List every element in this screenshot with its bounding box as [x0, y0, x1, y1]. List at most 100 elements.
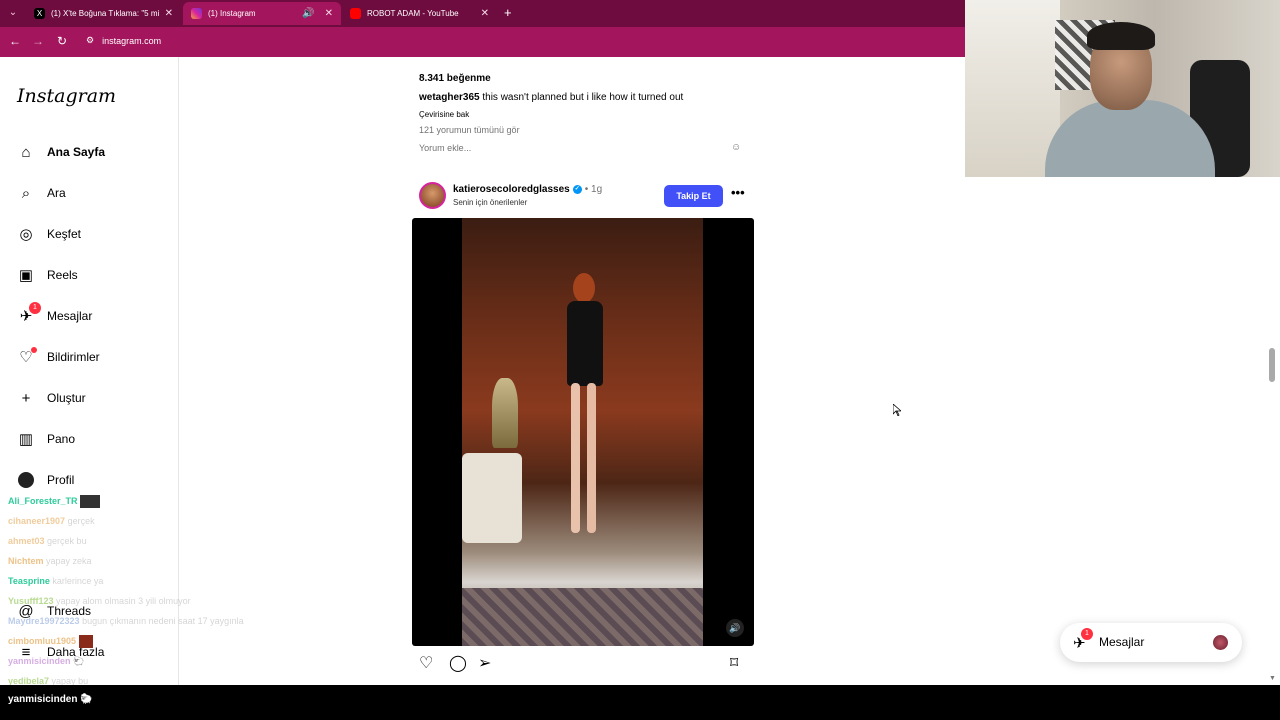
comment-icon[interactable]: ◯ — [449, 653, 467, 673]
sidebar-item-label: Reels — [47, 268, 78, 282]
chat-user: Teasprine — [8, 576, 50, 586]
sidebar-item-label: Bildirimler — [47, 350, 100, 364]
unread-badge: 1 — [1081, 628, 1093, 640]
close-icon[interactable]: ✕ — [325, 8, 333, 19]
url-field[interactable]: ⚙ instagram.com — [86, 35, 161, 46]
chat-line: yanmisicinden 🐑 — [8, 651, 308, 671]
heart-icon: ♡ — [17, 347, 37, 366]
speaker-icon[interactable]: 🔊 — [302, 8, 314, 19]
reels-icon: ▣ — [18, 267, 34, 284]
figure-head — [573, 273, 595, 303]
bottom-bar: yanmisicinden 🐑 — [0, 685, 1280, 720]
avatar[interactable] — [419, 182, 446, 209]
heart-icon[interactable]: ♡ — [419, 653, 433, 673]
compass-icon: ◎ — [19, 226, 33, 243]
username-text: katierosecoloredglasses — [453, 184, 570, 195]
sidebar-item-label: Pano — [47, 432, 76, 446]
youtube-icon — [350, 8, 361, 19]
caption-username[interactable]: wetagher365 — [419, 92, 480, 103]
chat-message: yapay alom olmasin 3 yili olmuyor — [56, 596, 191, 606]
heart-icon[interactable]: ♡ — [419, 57, 430, 59]
chat-emote-icon — [80, 495, 101, 509]
sofa-shape — [462, 453, 522, 543]
scroll-thumb[interactable] — [1269, 348, 1275, 382]
caption-text: this wasn't planned but i like how it tu… — [482, 92, 684, 103]
chat-message: gerçek bu — [47, 536, 87, 546]
chat-line: Nichtem yapay zeka — [8, 551, 308, 571]
new-tab-icon[interactable]: + — [504, 5, 512, 20]
sidebar-item-explore[interactable]: ◎ Keşfet — [17, 223, 81, 245]
messages-label: Mesajlar — [1099, 635, 1145, 649]
site-info-icon[interactable]: ⚙ — [86, 35, 94, 46]
sidebar-item-label: Oluştur — [47, 391, 86, 405]
chat-message: yapay zeka — [46, 556, 92, 566]
address-bar: ← → ↻ ⚙ instagram.com — [0, 27, 965, 57]
sidebar-item-notifications[interactable]: ♡ Bildirimler — [17, 346, 100, 368]
kitchen-shelf — [965, 0, 1060, 177]
share-icon[interactable]: ➢ — [478, 653, 491, 673]
back-icon[interactable]: ← — [7, 34, 23, 48]
close-icon[interactable]: ✕ — [481, 8, 489, 19]
tab-instagram[interactable]: (1) Instagram 🔊 ✕ — [183, 2, 341, 25]
post-header: katierosecoloredglasses ✓ • 1g Senin için … — [419, 182, 754, 210]
chat-user: yanmisicinden — [8, 656, 71, 666]
comment-input[interactable]: Yorum ekle... — [419, 143, 471, 153]
chat-user: Nichtem — [8, 556, 44, 566]
sidebar-item-search[interactable]: ⌕ Ara — [17, 182, 66, 204]
tab-youtube[interactable]: ROBOT ADAM - YouTube ✕ — [342, 2, 497, 25]
scroll-down-icon[interactable]: ▼ — [1269, 675, 1276, 682]
sidebar-item-profile[interactable]: Profil — [17, 469, 74, 491]
chat-user: cimbomluu1905 — [8, 636, 77, 646]
translate-link[interactable]: Çevirisine bak — [419, 110, 469, 119]
chat-line: Ali_Forester_TR — [8, 491, 308, 511]
post-username[interactable]: katierosecoloredglasses ✓ • 1g — [453, 184, 602, 195]
post-video[interactable]: 🔊 — [412, 218, 754, 646]
avatar — [1212, 634, 1229, 651]
bookmark-icon[interactable]: ⌑ — [737, 57, 743, 59]
chat-emote-icon — [78, 635, 93, 649]
streamer-hair — [1087, 22, 1155, 50]
notification-dot — [31, 347, 37, 353]
search-icon: ⌕ — [21, 184, 31, 202]
rug-shape — [462, 588, 703, 646]
more-options-icon[interactable]: ••• — [731, 185, 745, 200]
emoji-icon[interactable]: ☺ — [731, 142, 741, 153]
chat-user: Yusufff123 — [8, 596, 54, 606]
chat-user: ahmet03 — [8, 536, 45, 546]
chat-message: yapay bu — [51, 676, 89, 685]
close-icon[interactable]: ✕ — [165, 8, 173, 19]
post-actions: ♡ ◯ ➢ ⌑ — [419, 653, 746, 675]
plant-shape — [492, 378, 518, 448]
chat-line: yedibela7 yapay bu — [8, 671, 308, 685]
bottom-chat-line: yanmisicinden 🐑 — [8, 694, 93, 705]
mouse-cursor-icon — [893, 404, 901, 416]
tab-x[interactable]: X (1) X'te Boğuna Tıklama: "5 mily... ✕ — [26, 2, 181, 25]
x-logo-icon: X — [34, 8, 45, 19]
tab-label: (1) Instagram — [208, 9, 256, 18]
tab-search-icon[interactable]: ⌄ — [4, 4, 22, 22]
chat-line: cimbomluu1905 — [8, 631, 308, 651]
bookmark-icon[interactable]: ⌑ — [730, 653, 738, 673]
sidebar-item-label: Profil — [47, 473, 75, 487]
messages-floating-button[interactable]: ✈ 1 Mesajlar — [1060, 623, 1242, 662]
reload-icon[interactable]: ↻ — [54, 34, 70, 48]
chat-message: bugun çıkmanın nedeni saat 17 yaygınla — [82, 616, 244, 626]
video-frame — [462, 218, 703, 646]
view-comments-link[interactable]: 121 yorumun tümünü gör — [419, 125, 520, 135]
follow-button[interactable]: Takip Et — [664, 185, 723, 207]
forward-icon[interactable]: → — [30, 34, 46, 48]
plus-icon: + — [21, 389, 31, 407]
sidebar-item-home[interactable]: ⌂ Ana Sayfa — [17, 141, 105, 163]
chat-message: karlerince ya — [52, 576, 104, 586]
post-time: • 1g — [584, 184, 603, 195]
chat-user: yedibela7 — [8, 676, 50, 685]
chat-line: cihaneer1907 gerçek — [8, 511, 308, 531]
instagram-logo[interactable]: Instagram — [17, 85, 116, 107]
likes-count[interactable]: 8.341 beğenme — [419, 73, 491, 84]
sidebar-item-create[interactable]: + Oluştur — [17, 387, 86, 409]
chat-message: gerçek — [67, 516, 95, 526]
volume-icon[interactable]: 🔊 — [726, 619, 744, 637]
sidebar-item-messages[interactable]: ✈ 1 Mesajlar — [17, 302, 92, 327]
sidebar-item-reels[interactable]: ▣ Reels — [17, 264, 78, 286]
sidebar-item-dashboard[interactable]: ▥ Pano — [17, 428, 75, 450]
